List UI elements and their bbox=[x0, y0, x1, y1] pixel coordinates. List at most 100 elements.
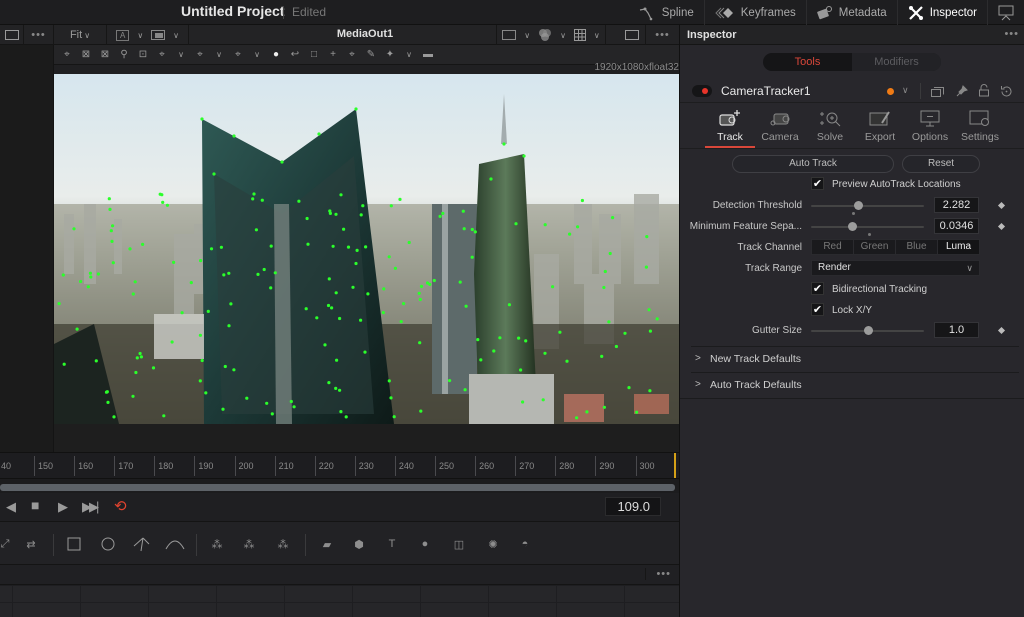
gutter-size-slider[interactable] bbox=[811, 326, 924, 335]
grid-icon[interactable] bbox=[573, 29, 586, 41]
chevron-down-icon[interactable]: ∨ bbox=[524, 31, 530, 40]
stack-icon[interactable]: ▬ bbox=[421, 48, 435, 62]
chevron-down-icon[interactable]: ∨ bbox=[173, 31, 179, 40]
transform-icon[interactable]: ⤢ bbox=[0, 533, 16, 555]
chevron-down-icon[interactable]: ∨ bbox=[174, 48, 188, 62]
polygon-mask-icon[interactable] bbox=[131, 533, 153, 555]
reset-transform-icon[interactable]: ⌖ bbox=[60, 48, 74, 62]
chevron-down-icon[interactable]: ∨ bbox=[212, 48, 226, 62]
chevron-down-icon[interactable]: ∨ bbox=[137, 31, 143, 40]
text-3d-icon[interactable]: T bbox=[381, 533, 403, 555]
particles-emitter-icon[interactable]: ⁂ bbox=[206, 533, 228, 555]
fit-icon[interactable]: ⊡ bbox=[136, 48, 150, 62]
play-icon[interactable]: ▶ bbox=[58, 499, 68, 515]
channel-green[interactable]: Green bbox=[854, 240, 896, 254]
crosshair-icon[interactable]: + bbox=[326, 48, 340, 62]
chevron-down-icon[interactable]: ∨ bbox=[594, 31, 600, 40]
chevron-down-icon[interactable]: ∨ bbox=[902, 85, 909, 96]
region-alt-icon[interactable]: ⊠ bbox=[98, 48, 112, 62]
lock-xy-checkbox[interactable]: ✔ bbox=[811, 303, 824, 316]
playhead[interactable] bbox=[674, 453, 676, 478]
tab-solve[interactable]: Solve bbox=[805, 105, 855, 149]
bspline-mask-icon[interactable] bbox=[164, 533, 186, 555]
tracker-icon[interactable]: ⌖ bbox=[345, 48, 359, 62]
chevron-down-icon[interactable]: ∨ bbox=[402, 48, 416, 62]
channel-red[interactable]: Red bbox=[812, 240, 854, 254]
time-ruler[interactable]: 40 150 160 170 180 190 200 210 220 230 240 250 260 27… bbox=[0, 452, 679, 479]
section-auto-track-defaults[interactable]: > Auto Track Defaults bbox=[691, 372, 1019, 397]
min-feature-separation-field[interactable]: 0.0346 bbox=[934, 218, 979, 234]
highlight-icon[interactable]: ✦ bbox=[383, 48, 397, 62]
versions-icon[interactable] bbox=[931, 86, 944, 97]
tab-camera[interactable]: Camera bbox=[755, 105, 805, 149]
merge-3d-icon[interactable]: ● bbox=[414, 533, 436, 555]
image-plane-3d-icon[interactable]: ▰ bbox=[316, 533, 338, 555]
rectangle-mask-icon[interactable] bbox=[63, 533, 85, 555]
shape-3d-icon[interactable]: ⬢ bbox=[348, 533, 370, 555]
tab-modifiers[interactable]: Modifiers bbox=[852, 53, 941, 71]
tab-track[interactable]: Track bbox=[705, 105, 755, 149]
brush-icon[interactable]: ✎ bbox=[364, 48, 378, 62]
viewer-layout-button[interactable] bbox=[0, 25, 24, 45]
merge-icon[interactable]: ⇄ bbox=[20, 533, 42, 555]
detection-threshold-field[interactable]: 2.282 bbox=[934, 197, 979, 213]
nav-spline[interactable]: Spline bbox=[628, 0, 704, 25]
nav-metadata[interactable]: Metadata bbox=[805, 0, 897, 25]
bidirectional-tracking-checkbox[interactable]: ✔ bbox=[811, 282, 824, 295]
renderer-3d-icon[interactable]: ◓ bbox=[514, 533, 536, 555]
keyframe-icon[interactable] bbox=[997, 222, 1006, 231]
point-tool-3-icon[interactable]: ⌖ bbox=[231, 48, 245, 62]
ellipse-mask-icon[interactable] bbox=[97, 533, 119, 555]
slider-handle[interactable] bbox=[863, 326, 873, 335]
skip-end-icon[interactable]: ▶▶| bbox=[82, 499, 99, 515]
keyframe-icon[interactable] bbox=[997, 201, 1006, 210]
stop-icon[interactable]: ■ bbox=[31, 497, 39, 513]
tab-tools[interactable]: Tools bbox=[763, 53, 852, 71]
viewer-left-options-button[interactable]: ••• bbox=[24, 25, 54, 45]
current-frame-field[interactable]: 109.0 bbox=[605, 497, 661, 516]
channel-luma[interactable]: Luma bbox=[938, 240, 979, 254]
viewer-image[interactable] bbox=[54, 74, 679, 424]
chevron-down-icon[interactable]: ∨ bbox=[560, 31, 566, 40]
zoom-icon[interactable]: ⚲ bbox=[117, 48, 131, 62]
viewer-options-button[interactable]: ••• bbox=[646, 25, 679, 45]
region-icon[interactable]: ⊠ bbox=[79, 48, 93, 62]
tab-options[interactable]: Options bbox=[905, 105, 955, 149]
reset-button[interactable]: Reset bbox=[902, 155, 980, 173]
chevron-down-icon[interactable]: ∨ bbox=[250, 48, 264, 62]
node-editor-options-button[interactable]: ••• bbox=[645, 568, 671, 580]
node-name[interactable]: CameraTracker1 bbox=[721, 84, 811, 98]
point-tool-icon[interactable]: ⌖ bbox=[155, 48, 169, 62]
scrub-bar[interactable] bbox=[0, 484, 675, 491]
node-editor-canvas[interactable] bbox=[0, 585, 679, 617]
auto-track-button[interactable]: Auto Track bbox=[732, 155, 894, 173]
particles-region-icon[interactable]: ⁂ bbox=[272, 533, 294, 555]
buffer-a-button[interactable]: A bbox=[115, 29, 130, 41]
lut-button[interactable] bbox=[502, 30, 517, 40]
dot-icon[interactable]: ● bbox=[269, 48, 283, 62]
play-reverse-icon[interactable]: ◀ bbox=[6, 499, 16, 515]
slider-handle[interactable] bbox=[854, 201, 864, 210]
track-range-dropdown[interactable]: Render ∨ bbox=[811, 260, 980, 276]
rectangle-icon[interactable]: □ bbox=[307, 48, 321, 62]
tab-export[interactable]: Export bbox=[855, 105, 905, 149]
fullscreen-panel-button[interactable] bbox=[987, 0, 1024, 25]
slider-handle[interactable] bbox=[847, 222, 857, 231]
node-color-dot[interactable] bbox=[887, 88, 894, 95]
node-enable-toggle[interactable] bbox=[692, 85, 712, 97]
section-new-track-defaults[interactable]: > New Track Defaults bbox=[691, 346, 1019, 371]
gutter-size-field[interactable]: 1.0 bbox=[934, 322, 979, 338]
point-tool-2-icon[interactable]: ⌖ bbox=[193, 48, 207, 62]
reset-icon[interactable] bbox=[1000, 85, 1013, 98]
light-3d-icon[interactable]: ✺ bbox=[482, 533, 504, 555]
keyframe-icon[interactable] bbox=[997, 326, 1006, 335]
nav-inspector[interactable]: Inspector bbox=[896, 0, 987, 25]
min-feature-separation-slider[interactable] bbox=[811, 222, 924, 236]
roi-button[interactable] bbox=[151, 30, 166, 40]
channel-blue[interactable]: Blue bbox=[896, 240, 938, 254]
color-channels-icon[interactable] bbox=[538, 28, 552, 42]
viewer-single-layout-button[interactable] bbox=[618, 25, 646, 45]
camera-3d-icon[interactable]: ◫ bbox=[448, 533, 470, 555]
nav-keyframes[interactable]: Keyframes bbox=[703, 0, 806, 25]
preview-autotrack-checkbox[interactable]: ✔ bbox=[811, 177, 824, 190]
